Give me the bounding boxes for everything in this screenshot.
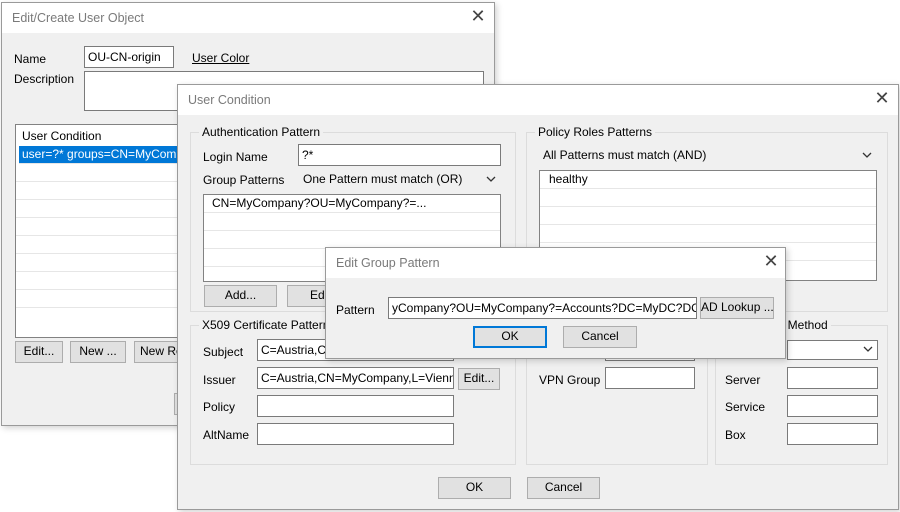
service-field[interactable] [787, 395, 878, 417]
list-item-empty [204, 213, 500, 231]
pattern-label: Pattern [336, 303, 375, 317]
add-pattern-button[interactable]: Add... [204, 285, 277, 307]
list-item-empty [16, 236, 194, 254]
select-value: All Patterns must match (AND) [543, 148, 707, 162]
vpn-group-label: VPN Group [539, 373, 601, 387]
list-header: User Condition [22, 129, 102, 143]
title-bar: Edit Group Pattern ✕ [326, 248, 785, 278]
select-value: One Pattern must match (OR) [303, 172, 463, 186]
cancel-button[interactable]: Cancel [527, 477, 600, 499]
issuer-label: Issuer [203, 373, 236, 387]
ok-button[interactable]: OK [438, 477, 511, 499]
list-item-empty [16, 200, 194, 218]
group-label: X509 Certificate Pattern [199, 318, 333, 332]
chevron-down-icon [863, 346, 873, 352]
new-condition-button[interactable]: New ... [70, 341, 126, 363]
list-item-empty [540, 189, 876, 207]
dialog-title: Edit Group Pattern [336, 256, 440, 270]
list-item-empty [540, 207, 876, 225]
close-icon[interactable]: ✕ [872, 90, 892, 110]
pattern-field[interactable]: yCompany?OU=MyCompany?=Accounts?DC=MyDC?… [388, 297, 697, 319]
group-patterns-select[interactable]: One Pattern must match (OR) [298, 170, 501, 190]
edit-condition-button[interactable]: Edit... [15, 341, 63, 363]
group-label: Authentication Pattern [199, 125, 324, 139]
dialog-title: Edit/Create User Object [12, 11, 144, 25]
box-label: Box [725, 428, 746, 442]
cancel-button[interactable]: Cancel [563, 326, 637, 348]
server-label: Server [725, 373, 761, 387]
list-item-empty [16, 164, 194, 182]
close-icon[interactable]: ✕ [761, 253, 781, 273]
user-condition-list[interactable]: User Condition user=?* groups=CN=MyCompa… [15, 124, 195, 338]
group-patterns-label: Group Patterns [203, 173, 285, 187]
policy-field[interactable] [257, 395, 454, 417]
list-item[interactable]: healthy [540, 171, 876, 189]
list-item-empty [16, 272, 194, 290]
issuer-edit-button[interactable]: Edit... [458, 368, 500, 390]
chevron-down-icon [862, 152, 872, 158]
list-item-empty [16, 254, 194, 272]
list-item[interactable]: CN=MyCompany?OU=MyCompany?=... [204, 195, 500, 213]
service-label: Service [725, 400, 766, 414]
altname-label: AltName [203, 428, 250, 442]
list-item[interactable]: user=?* groups=CN=MyCompany [19, 146, 191, 164]
name-field[interactable]: OU-CN-origin [84, 46, 174, 68]
edit-pattern-button[interactable]: Edi [287, 285, 327, 307]
chevron-down-icon [486, 176, 496, 182]
close-icon[interactable]: ✕ [468, 8, 488, 28]
vpn-group-field[interactable] [605, 367, 695, 389]
ad-lookup-button[interactable]: AD Lookup ... [700, 297, 774, 319]
policy-match-select[interactable]: All Patterns must match (AND) [538, 146, 877, 166]
description-label: Description [14, 72, 75, 86]
list-item-empty [540, 225, 876, 243]
list-item-empty [16, 218, 194, 236]
title-bar: User Condition ✕ [178, 85, 898, 115]
login-name-field[interactable]: ?* [298, 144, 501, 166]
name-label: Name [14, 52, 47, 66]
list-item-empty [16, 182, 194, 200]
policy-label: Policy [203, 400, 236, 414]
subject-label: Subject [203, 345, 244, 359]
issuer-field[interactable]: C=Austria,CN=MyCompany,L=Vienna,O= [257, 367, 454, 389]
edit-group-pattern-dialog: Edit Group Pattern ✕ Pattern yCompany?OU… [325, 247, 786, 359]
method-select[interactable] [787, 340, 878, 360]
server-field[interactable] [787, 367, 878, 389]
title-bar: Edit/Create User Object ✕ [2, 3, 494, 33]
box-field[interactable] [787, 423, 878, 445]
dialog-title: User Condition [188, 93, 271, 107]
ok-button[interactable]: OK [473, 326, 547, 348]
list-item-empty [16, 290, 194, 308]
user-color-link[interactable]: User Color [192, 51, 249, 65]
login-name-label: Login Name [203, 150, 268, 164]
group-label: Policy Roles Patterns [535, 125, 656, 139]
altname-field[interactable] [257, 423, 454, 445]
